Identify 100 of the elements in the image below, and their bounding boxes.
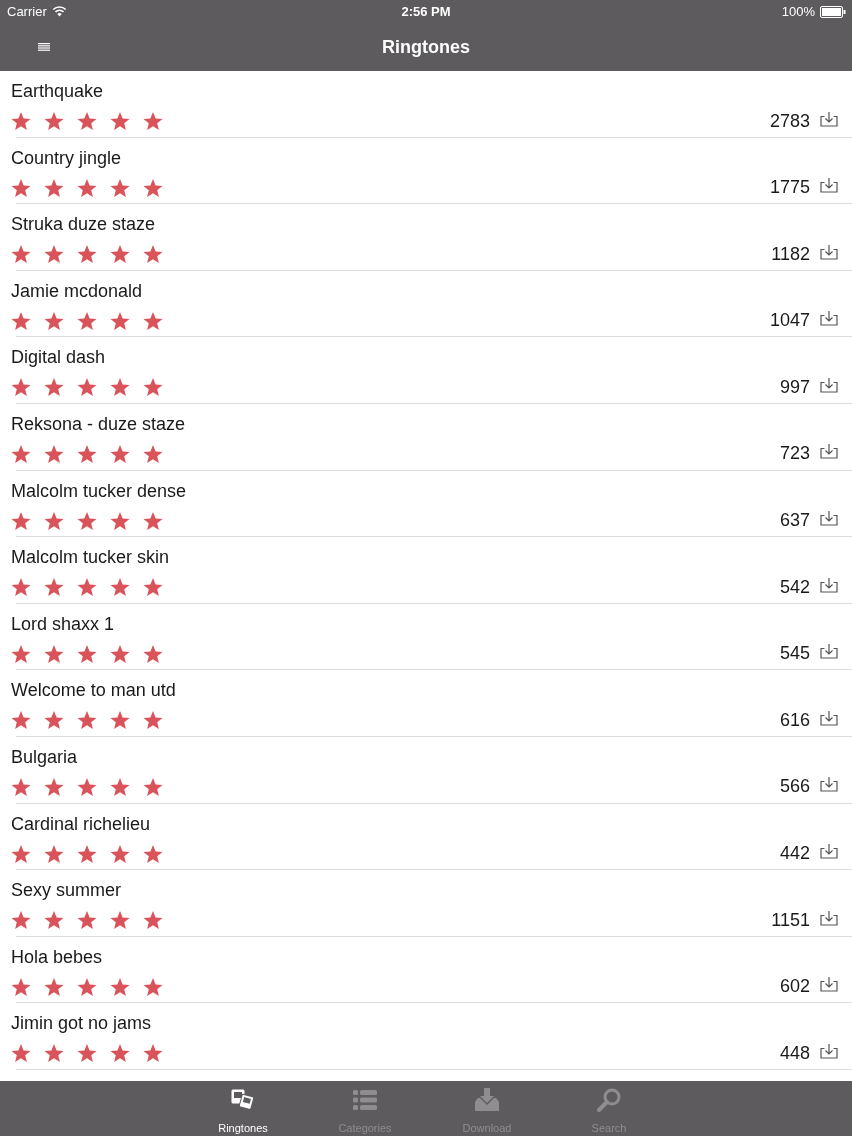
filled-star-icon <box>110 510 130 531</box>
filled-star-icon <box>110 710 130 731</box>
download-button[interactable] <box>820 909 838 926</box>
ringtone-list-item[interactable]: Welcome to man utd 616 <box>0 670 852 737</box>
filled-star-icon <box>44 510 64 531</box>
wifi-icon <box>51 6 67 17</box>
ringtone-title: Lord shaxx 1 <box>11 612 115 635</box>
filled-star-icon <box>44 1043 64 1064</box>
download-button[interactable] <box>820 243 838 260</box>
filled-star-icon <box>44 310 64 331</box>
download-icon <box>820 976 838 993</box>
ringtone-list-item[interactable]: Earthquake 2783 <box>0 71 852 138</box>
download-count: 2783 <box>769 110 810 132</box>
download-button[interactable] <box>820 976 838 993</box>
filled-star-icon <box>110 643 130 664</box>
filled-star-icon <box>44 976 64 997</box>
status-time: 2:56 PM <box>401 4 451 19</box>
filled-star-icon <box>110 377 130 398</box>
filled-star-icon <box>143 910 163 931</box>
filled-star-icon <box>110 577 130 598</box>
download-icon <box>820 376 838 393</box>
filled-star-icon <box>11 843 31 864</box>
ringtone-title: Bulgaria <box>11 745 78 768</box>
ringtone-list-item[interactable]: Sexy summer 1151 <box>0 870 852 937</box>
filled-star-icon <box>44 177 64 198</box>
filled-star-icon <box>77 643 97 664</box>
ringtone-list-item[interactable]: Hola bebes 602 <box>0 936 852 1004</box>
filled-star-icon <box>110 310 130 331</box>
download-button[interactable] <box>820 843 838 860</box>
battery-icon <box>820 5 846 18</box>
ringtone-title: Malcolm tucker dense <box>11 479 187 502</box>
download-button[interactable] <box>820 776 838 793</box>
filled-star-icon <box>143 510 163 531</box>
download-count: 1775 <box>769 177 810 199</box>
download-button[interactable] <box>820 643 838 660</box>
filled-star-icon <box>77 310 97 331</box>
filled-star-icon <box>110 177 130 198</box>
filled-star-icon <box>11 910 31 931</box>
filled-star-icon <box>143 843 163 864</box>
download-button[interactable] <box>820 177 838 194</box>
filled-star-icon <box>11 510 31 531</box>
filled-star-icon <box>44 643 64 664</box>
filled-star-icon <box>77 510 97 531</box>
ringtone-list-item[interactable]: Reksona - duze staze 723 <box>0 403 852 471</box>
filled-star-icon <box>11 776 31 797</box>
filled-star-icon <box>143 643 163 664</box>
download-icon <box>820 310 838 327</box>
download-count: 997 <box>779 376 810 398</box>
tab[interactable]: Ringtones <box>200 1081 286 1136</box>
ringtone-title: Struka duze staze <box>11 213 156 236</box>
download-count: 442 <box>779 843 810 865</box>
ringtone-list-item[interactable]: Struka duze staze 1182 <box>0 204 852 271</box>
ringtone-list-item[interactable]: Jamie mcdonald 1047 <box>0 270 852 338</box>
filled-star-icon <box>77 111 97 131</box>
ringtone-list-item[interactable]: Malcolm tucker skin 542 <box>0 537 852 604</box>
filled-star-icon <box>143 1043 163 1064</box>
download-icon <box>820 443 838 460</box>
filled-star-icon <box>77 976 97 997</box>
ringtone-list-item[interactable]: Malcolm tucker dense 637 <box>0 470 852 538</box>
ringtone-title: Sexy summer <box>11 879 122 902</box>
download-button[interactable] <box>820 443 838 460</box>
ringtone-list-item[interactable]: Digital dash 997 <box>0 337 852 404</box>
download-count: 566 <box>779 776 810 798</box>
download-button[interactable] <box>820 310 838 327</box>
download-count: 1047 <box>769 310 810 332</box>
filled-star-icon <box>143 310 163 331</box>
download-count: 723 <box>779 443 810 465</box>
filled-star-icon <box>143 443 163 464</box>
filled-star-icon <box>44 910 64 931</box>
filled-star-icon <box>77 710 97 731</box>
ringtone-title: Malcolm tucker skin <box>11 546 170 569</box>
download-button[interactable] <box>820 576 838 593</box>
filled-star-icon <box>77 443 97 464</box>
download-button[interactable] <box>820 376 838 393</box>
filled-star-icon <box>110 111 130 131</box>
filled-star-icon <box>11 976 31 997</box>
ringtone-title: Welcome to man utd <box>11 679 176 702</box>
download-count: 637 <box>779 510 810 532</box>
ringtone-list-item[interactable]: Lord shaxx 1 545 <box>0 603 852 671</box>
download-icon <box>820 1042 838 1059</box>
ringtone-title: Hola bebes <box>11 945 103 968</box>
ringtone-list-item[interactable]: Country jingle 1775 <box>0 137 852 205</box>
filled-star-icon <box>11 310 31 331</box>
download-button[interactable] <box>820 110 838 127</box>
filled-star-icon <box>11 111 31 131</box>
ringtone-list-item[interactable]: Bulgaria 566 <box>0 736 852 804</box>
list-icon <box>352 1087 378 1113</box>
ringtone-title: Cardinal richelieu <box>11 812 151 835</box>
ringtone-list-item[interactable]: Cardinal richelieu 442 <box>0 803 852 871</box>
filled-star-icon <box>44 443 64 464</box>
ringtone-title: Earthquake <box>11 80 104 102</box>
ringtone-list-item[interactable]: Jimin got no jams 448 <box>0 1003 852 1070</box>
ringtone-title: Jimin got no jams <box>11 1012 152 1035</box>
filled-star-icon <box>44 710 64 731</box>
filled-star-icon <box>77 910 97 931</box>
download-count: 602 <box>779 976 810 998</box>
download-button[interactable] <box>820 1042 838 1059</box>
download-button[interactable] <box>820 709 838 726</box>
download-button[interactable] <box>820 510 838 527</box>
menu-icon <box>38 43 50 51</box>
